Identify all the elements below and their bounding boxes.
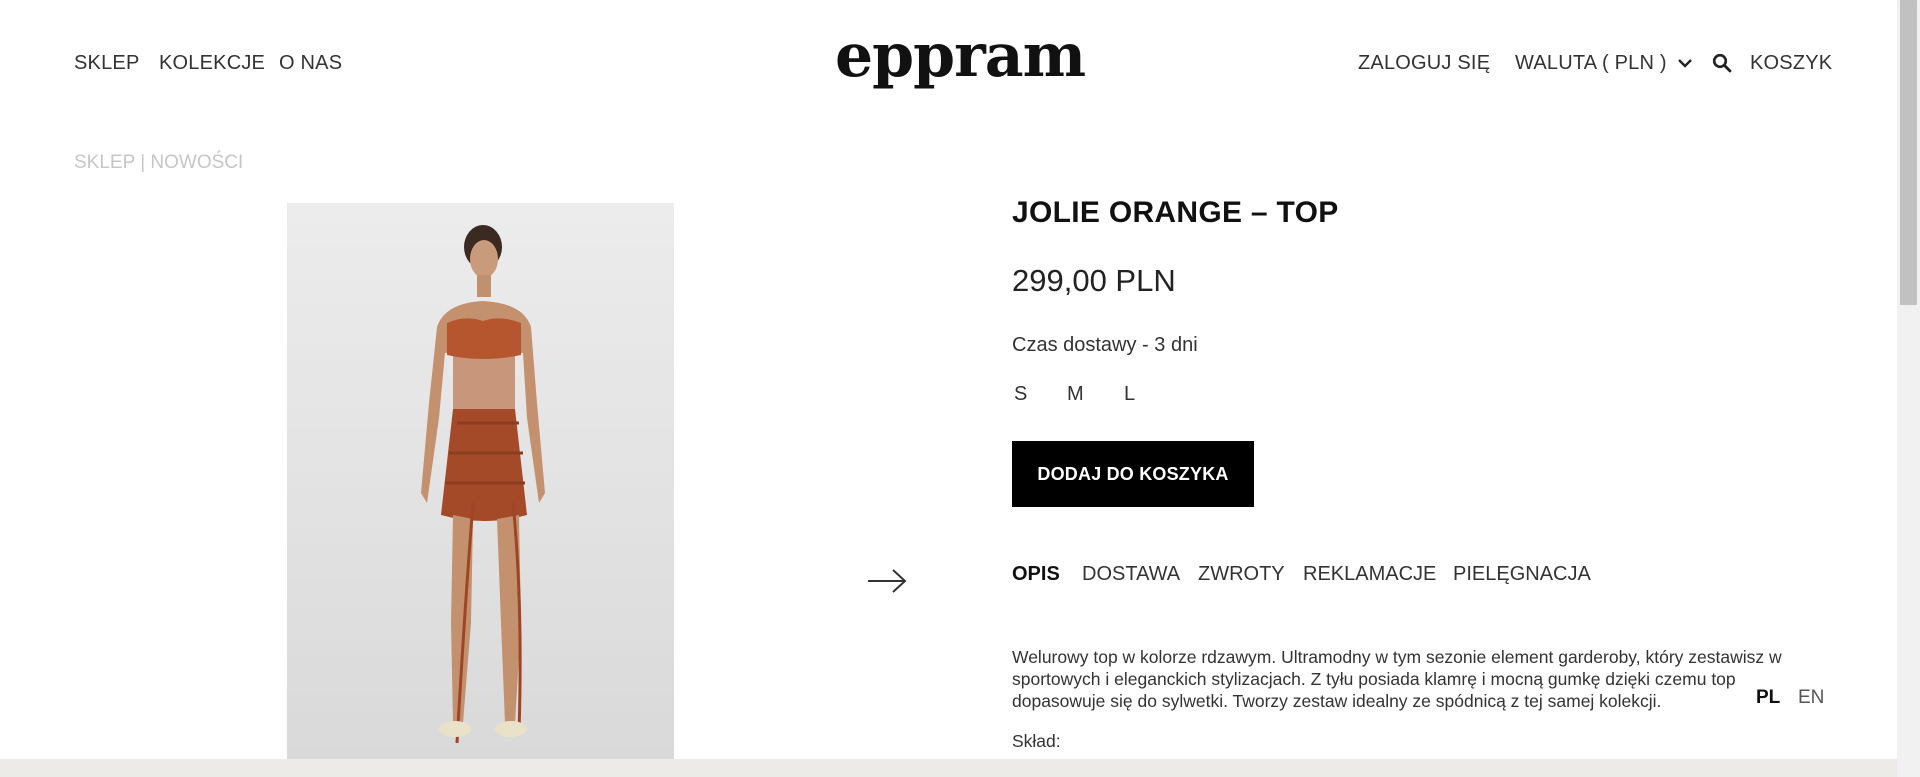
delivery-time: Czas dostawy - 3 dni (1012, 334, 1198, 356)
product-title: JOLIE ORANGE – TOP (1012, 196, 1339, 229)
product-description: Welurowy top w kolorze rdzawym. Ultramod… (1012, 646, 1792, 712)
add-to-cart-button[interactable]: DODAJ DO KOSZYKA (1012, 441, 1254, 507)
description-line: sportowych i eleganckich stylizacjach. Z… (1012, 669, 1736, 689)
language-pl[interactable]: PL (1756, 687, 1780, 709)
description-line: Welurowy top w kolorze rdzawym. Ultramod… (1012, 647, 1782, 667)
size-option-l[interactable]: L (1124, 383, 1135, 406)
login-link[interactable]: ZALOGUJ SIĘ (1358, 52, 1490, 75)
product-price: 299,00 PLN (1012, 263, 1176, 298)
nav-about[interactable]: O NAS (279, 52, 342, 75)
cart-link[interactable]: KOSZYK (1750, 52, 1832, 75)
tab-returns[interactable]: ZWROTY (1198, 563, 1285, 586)
nav-shop[interactable]: SKLEP (74, 52, 139, 75)
size-option-m[interactable]: M (1067, 383, 1084, 406)
nav-collections[interactable]: KOLEKCJE (159, 52, 265, 75)
tab-complaints[interactable]: REKLAMACJE (1303, 563, 1436, 586)
language-en[interactable]: EN (1798, 687, 1824, 709)
arrow-right-icon[interactable] (866, 567, 908, 595)
search-icon[interactable] (1712, 53, 1732, 73)
chevron-down-icon (1677, 59, 1692, 68)
description-line: dopasowuje się do sylwetki. Tworzy zesta… (1012, 691, 1662, 711)
size-option-s[interactable]: S (1014, 383, 1027, 406)
tab-delivery[interactable]: DOSTAWA (1082, 563, 1180, 586)
model-photo (421, 225, 545, 744)
tab-description[interactable]: OPIS (1012, 563, 1060, 586)
breadcrumb[interactable]: SKLEP | NOWOŚCI (74, 152, 243, 174)
product-image (287, 203, 674, 759)
scrollbar-thumb[interactable] (1900, 0, 1917, 305)
brand-logo[interactable]: eppram (835, 26, 1086, 86)
page-bottom-edge (0, 759, 1897, 777)
currency-label: WALUTA ( PLN ) (1515, 51, 1667, 74)
composition-label: Skład: (1012, 731, 1061, 751)
currency-selector[interactable]: WALUTA ( PLN ) (1515, 50, 1693, 76)
tab-care[interactable]: PIELĘGNACJA (1453, 563, 1591, 586)
